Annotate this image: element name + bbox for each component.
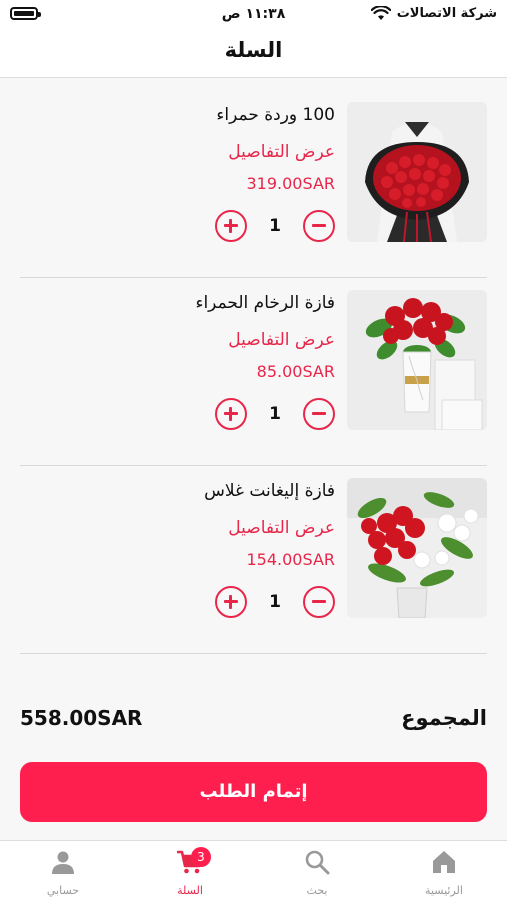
view-details-link[interactable]: عرض التفاصيل <box>228 518 335 538</box>
status-right: شركة الاتصالات <box>370 6 497 21</box>
search-icon <box>305 850 330 875</box>
nav-header: السلة <box>0 30 507 78</box>
product-price: 154.00SAR <box>246 550 336 569</box>
cart-item: 100 وردة حمراء عرض التفاصيل 319.00SAR 1 <box>20 90 487 278</box>
view-details-link[interactable]: عرض التفاصيل <box>228 330 335 350</box>
page-title: السلة <box>224 38 283 62</box>
product-image-roses-lilies-glass-vase[interactable] <box>347 478 487 618</box>
total-value: 558.00SAR <box>20 706 143 730</box>
product-name: فازة الرخام الحمراء <box>195 293 335 313</box>
cart-item: فازة إليغانت غلاس عرض التفاصيل 154.00SAR… <box>20 466 487 654</box>
tab-home[interactable]: الرئيسية <box>381 841 507 900</box>
tab-label: الرئيسية <box>425 884 463 897</box>
cart-item: فازة الرخام الحمراء عرض التفاصيل 85.00SA… <box>20 278 487 466</box>
quantity-stepper: 1 <box>215 210 335 244</box>
quantity-stepper: 1 <box>215 586 335 620</box>
total-row: 558.00SAR المجموع <box>20 706 487 736</box>
view-details-link[interactable]: عرض التفاصيل <box>228 142 335 162</box>
quantity-value: 1 <box>269 216 281 236</box>
tab-label: حسابي <box>46 884 80 897</box>
quantity-value: 1 <box>269 404 281 424</box>
product-price: 319.00SAR <box>246 174 336 193</box>
home-icon <box>433 851 455 873</box>
wifi-icon <box>370 6 391 20</box>
product-image-red-roses-bouquet[interactable] <box>347 102 487 242</box>
minus-circle-icon[interactable] <box>303 210 335 242</box>
total-label: المجموع <box>401 706 487 730</box>
quantity-value: 1 <box>269 592 281 612</box>
plus-circle-icon[interactable] <box>215 210 247 242</box>
product-price: 85.00SAR <box>256 362 335 381</box>
product-name: فازة إليغانت غلاس <box>204 481 335 501</box>
cart-list: 100 وردة حمراء عرض التفاصيل 319.00SAR 1 <box>20 90 487 654</box>
checkout-button[interactable]: إتمام الطلب <box>20 762 487 822</box>
plus-circle-icon[interactable] <box>215 398 247 430</box>
tab-label: السلة <box>177 884 203 897</box>
cart-count-badge: 3 <box>191 847 211 867</box>
minus-circle-icon[interactable] <box>303 586 335 618</box>
plus-circle-icon[interactable] <box>215 586 247 618</box>
status-bar: ١١:٣٨ ص شركة الاتصالات <box>0 0 507 30</box>
product-image-red-roses-marble-vase[interactable] <box>347 290 487 430</box>
tab-label: بحث <box>306 884 328 897</box>
carrier-name: شركة الاتصالات <box>396 6 497 21</box>
tab-cart[interactable]: 3 السلة <box>127 841 253 900</box>
product-name: 100 وردة حمراء <box>216 105 335 125</box>
tab-search[interactable]: بحث <box>254 841 380 900</box>
tab-account[interactable]: حسابي <box>0 841 126 900</box>
minus-circle-icon[interactable] <box>303 398 335 430</box>
user-icon <box>52 851 74 874</box>
tab-bar: حسابي 3 السلة بحث الرئيسية <box>0 840 507 900</box>
quantity-stepper: 1 <box>215 398 335 432</box>
